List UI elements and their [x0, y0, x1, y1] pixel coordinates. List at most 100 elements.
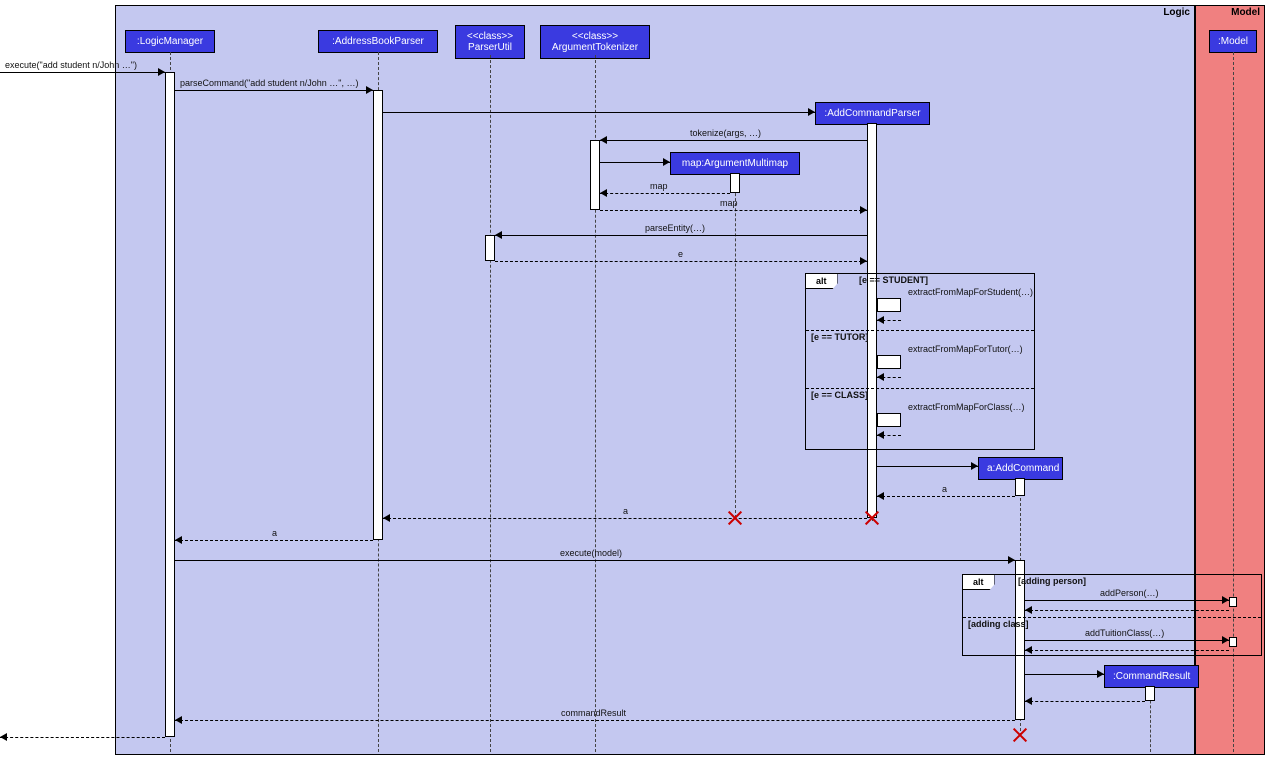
alt-tag-1: alt: [805, 273, 838, 289]
arrowhead-entity-return: [860, 257, 867, 265]
participant-model: :Model: [1209, 30, 1257, 53]
arrow-final-return: [0, 737, 165, 738]
activation-cmd-result: [1145, 686, 1155, 701]
participant-arg-multimap: map:ArgumentMultimap: [670, 152, 800, 175]
msg-cmd-result: commandResult: [561, 708, 626, 718]
arrow-a-2: [383, 518, 867, 519]
msg-a-1: a: [942, 484, 947, 494]
msg-execute: execute("add student n/John …"): [5, 60, 137, 70]
arrowhead-a-3: [175, 536, 182, 544]
arrowhead-create-acp: [808, 108, 815, 116]
alt-frame-2: alt: [962, 574, 1262, 656]
arrow-create-multimap: [600, 162, 670, 163]
arrowhead-ext-tutor-r: [877, 373, 884, 381]
arrowhead-a-1: [877, 492, 884, 500]
msg-tokenize: tokenize(args, …): [690, 128, 761, 138]
arrow-execute-model: [175, 560, 1015, 561]
guard-student: [e == STUDENT]: [859, 275, 928, 285]
alt-sep-3: [963, 617, 1261, 618]
arrow-ext-tutor: [877, 355, 901, 356]
model-region-label: Model: [1231, 7, 1260, 18]
arrow-cmd-result: [175, 720, 1015, 721]
msg-a-3: a: [272, 528, 277, 538]
lifeline-parser-util: [490, 55, 491, 752]
arrow-add-person: [1025, 600, 1229, 601]
arrowhead-parse-entity: [495, 231, 502, 239]
arrowhead-add-person: [1222, 596, 1229, 604]
participant-arg-tokenizer: <<class>> ArgumentTokenizer: [540, 25, 650, 59]
arrowhead-cr-return: [1025, 697, 1032, 705]
arrow-create-addcmd: [877, 466, 978, 467]
activation-arg-tokenizer: [590, 140, 600, 210]
arrowhead-add-class-r: [1025, 646, 1032, 654]
activation-add-command-1: [1015, 478, 1025, 496]
arrowhead-add-person-r: [1025, 606, 1032, 614]
arrowhead-cmd-result: [175, 716, 182, 724]
destroy-addcmd: [1013, 728, 1027, 742]
arrowhead-create-cr: [1097, 670, 1104, 678]
alt-sep-1: [806, 330, 1034, 331]
arrowhead-execute-model: [1008, 556, 1015, 564]
arrowhead-create-multimap: [663, 158, 670, 166]
arrowhead-ext-class-r: [877, 431, 884, 439]
arrowhead-execute: [158, 68, 165, 76]
arrow-parse-entity: [495, 235, 867, 236]
participant-add-cmd-parser: :AddCommandParser: [815, 102, 930, 125]
arrowhead-final-return: [0, 733, 7, 741]
arrow-map-1: [600, 193, 730, 194]
guard-person: [adding person]: [1018, 576, 1086, 586]
guard-tutor: [e == TUTOR]: [811, 332, 868, 342]
logic-region-label: Logic: [1163, 7, 1190, 18]
arrowhead-map-1: [600, 189, 607, 197]
arrowhead-ext-student-r: [877, 316, 884, 324]
arrow-entity-return: [495, 261, 867, 262]
msg-parse-entity: parseEntity(…): [645, 223, 705, 233]
participant-addr-parser: :AddressBookParser: [318, 30, 438, 53]
arrow-a-3: [175, 540, 373, 541]
arrowhead-map-2: [860, 206, 867, 214]
msg-entity-return: e: [678, 249, 683, 259]
msg-map-2: map: [720, 198, 738, 208]
alt-frame-1: alt: [805, 273, 1035, 450]
arrow-create-cr: [1025, 674, 1104, 675]
msg-add-class: addTuitionClass(…): [1085, 628, 1164, 638]
activation-parser-util: [485, 235, 495, 261]
arrow-ext-class: [877, 413, 901, 414]
participant-add-command: a:AddCommand: [978, 457, 1063, 480]
arrowhead-add-class: [1222, 636, 1229, 644]
arrowhead-parse-command: [366, 86, 373, 94]
msg-extract-tutor: extractFromMapForTutor(…): [908, 344, 1023, 354]
msg-map-1: map: [650, 181, 668, 191]
participant-logic-manager: :LogicManager: [125, 30, 215, 53]
arrow-ext-student: [877, 298, 901, 299]
destroy-multimap: [728, 511, 742, 525]
arrow-cr-return: [1025, 701, 1145, 702]
activation-logic-manager: [165, 72, 175, 737]
alt-sep-2: [806, 388, 1034, 389]
msg-extract-student: extractFromMapForStudent(…): [908, 287, 1033, 297]
arrowhead-create-addcmd: [971, 462, 978, 470]
alt-tag-2: alt: [962, 574, 995, 590]
activation-arg-multimap: [730, 173, 740, 193]
arrow-execute: [0, 72, 165, 73]
msg-add-person: addPerson(…): [1100, 588, 1159, 598]
arrow-a-1: [877, 496, 1015, 497]
participant-cmd-result: :CommandResult: [1104, 665, 1199, 688]
arrow-add-class: [1025, 640, 1229, 641]
arrowhead-tokenize: [600, 136, 607, 144]
lifeline-arg-multimap: [735, 173, 736, 518]
arrowhead-a-2: [383, 514, 390, 522]
arrow-add-class-r: [1025, 650, 1229, 651]
arrow-add-person-r: [1025, 610, 1229, 611]
guard-class-2: [adding class]: [968, 619, 1029, 629]
activation-addr-parser: [373, 90, 383, 540]
destroy-acp: [865, 511, 879, 525]
arrow-map-2: [600, 210, 867, 211]
msg-execute-model: execute(model): [560, 548, 622, 558]
arrow-tokenize: [600, 140, 867, 141]
participant-parser-util: <<class>> ParserUtil: [455, 25, 525, 59]
msg-extract-class: extractFromMapForClass(…): [908, 402, 1025, 412]
msg-parse-command: parseCommand("add student n/John …", …): [180, 78, 358, 88]
arrow-create-acp: [383, 112, 815, 113]
guard-class: [e == CLASS]: [811, 390, 868, 400]
